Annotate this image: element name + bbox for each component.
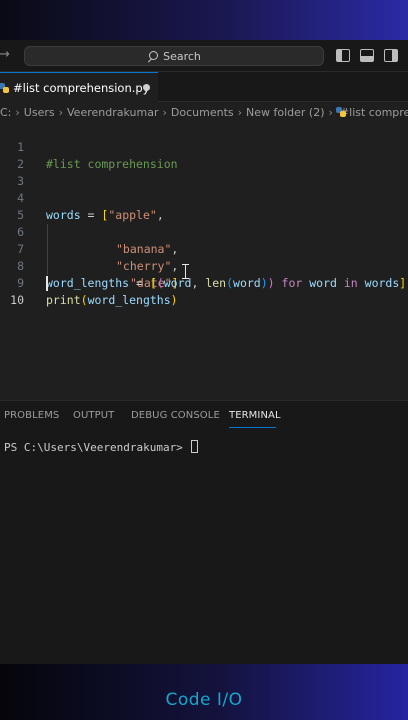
search-label: Search — [163, 49, 201, 63]
back-arrow-icon[interactable]: → — [0, 47, 10, 62]
breadcrumb-item[interactable]: Documents — [171, 106, 234, 119]
tab-problems[interactable]: PROBLEMS — [4, 410, 59, 421]
code-line: 5 "banana", — [0, 190, 408, 256]
chevron-right-icon: › — [237, 105, 243, 119]
toggle-secondary-sidebar-icon[interactable] — [384, 49, 398, 62]
breadcrumb: C: › Users › Veerendrakumar › Documents … — [0, 102, 408, 122]
tab-terminal[interactable]: TERMINAL — [229, 410, 281, 421]
chevron-right-icon: › — [328, 105, 333, 119]
toggle-panel-icon[interactable] — [360, 49, 374, 62]
tab-debug-console[interactable]: DEBUG CONSOLE — [131, 410, 220, 421]
text-cursor-icon — [181, 264, 190, 279]
layout-controls — [336, 49, 398, 62]
code-line: 9 print(word_lengths) — [0, 258, 408, 307]
search-icon — [147, 50, 159, 62]
token-function: print — [46, 293, 81, 307]
code-line-active: 10 — [0, 275, 408, 307]
code-editor[interactable]: 1 #list comprehension 2 3 4 words = ["ap… — [0, 122, 408, 399]
terminal-prompt-line[interactable]: PS C:\Users\Veerendrakumar> — [4, 440, 199, 454]
tab-list-comprehension[interactable]: #list comprehension.py — [0, 72, 158, 102]
code-line: 4 words = ["apple", — [0, 173, 408, 222]
breadcrumb-item[interactable]: New folder (2) — [246, 106, 325, 119]
breadcrumb-item[interactable]: Veerendrakumar — [67, 106, 158, 119]
channel-brand: Code I/O — [165, 690, 243, 710]
unsaved-dot-icon[interactable] — [143, 84, 150, 91]
code-text: print(word_lengths) — [46, 292, 178, 309]
bottom-panel: PROBLEMS OUTPUT DEBUG CONSOLE TERMINAL P… — [0, 400, 408, 664]
tab-output[interactable]: OUTPUT — [73, 410, 114, 421]
code-line: 3 — [0, 156, 408, 188]
active-tab-indicator — [229, 427, 276, 428]
code-line: 1 #list comprehension — [0, 122, 408, 171]
title-bar: → Search — [0, 40, 408, 72]
vscode-window: → Search #list comprehension.py C: › Use… — [0, 40, 408, 664]
breadcrumb-file[interactable]: #list compre — [340, 106, 408, 119]
tab-label: #list comprehension.py — [13, 80, 150, 95]
breadcrumb-item[interactable]: Users — [24, 106, 55, 119]
code-line: 6 "cherry", — [0, 207, 408, 273]
editor-tab-bar: #list comprehension.py — [0, 72, 408, 102]
code-line: 7 "date"] — [0, 224, 408, 290]
code-line: 8 word_lengths = [(word, len(word)) for … — [0, 241, 408, 290]
token-variable: word_lengths — [87, 293, 171, 307]
breadcrumb-item[interactable]: C: — [0, 106, 11, 119]
toggle-sidebar-icon[interactable] — [336, 49, 350, 62]
text-cursor — [46, 276, 48, 291]
token-bracket: ) — [170, 293, 178, 307]
chevron-right-icon: › — [58, 105, 64, 119]
terminal-cursor — [191, 440, 199, 453]
chevron-right-icon: › — [15, 105, 20, 119]
python-file-icon — [0, 82, 9, 93]
terminal-prompt: PS C:\Users\Veerendrakumar> — [4, 441, 190, 454]
chevron-right-icon: › — [162, 105, 167, 119]
code-line: 2 — [0, 139, 408, 171]
token-bracket: ( — [80, 293, 88, 307]
command-center-search[interactable]: Search — [24, 46, 324, 66]
line-number: 10 — [10, 293, 24, 307]
video-top-band — [0, 0, 408, 40]
